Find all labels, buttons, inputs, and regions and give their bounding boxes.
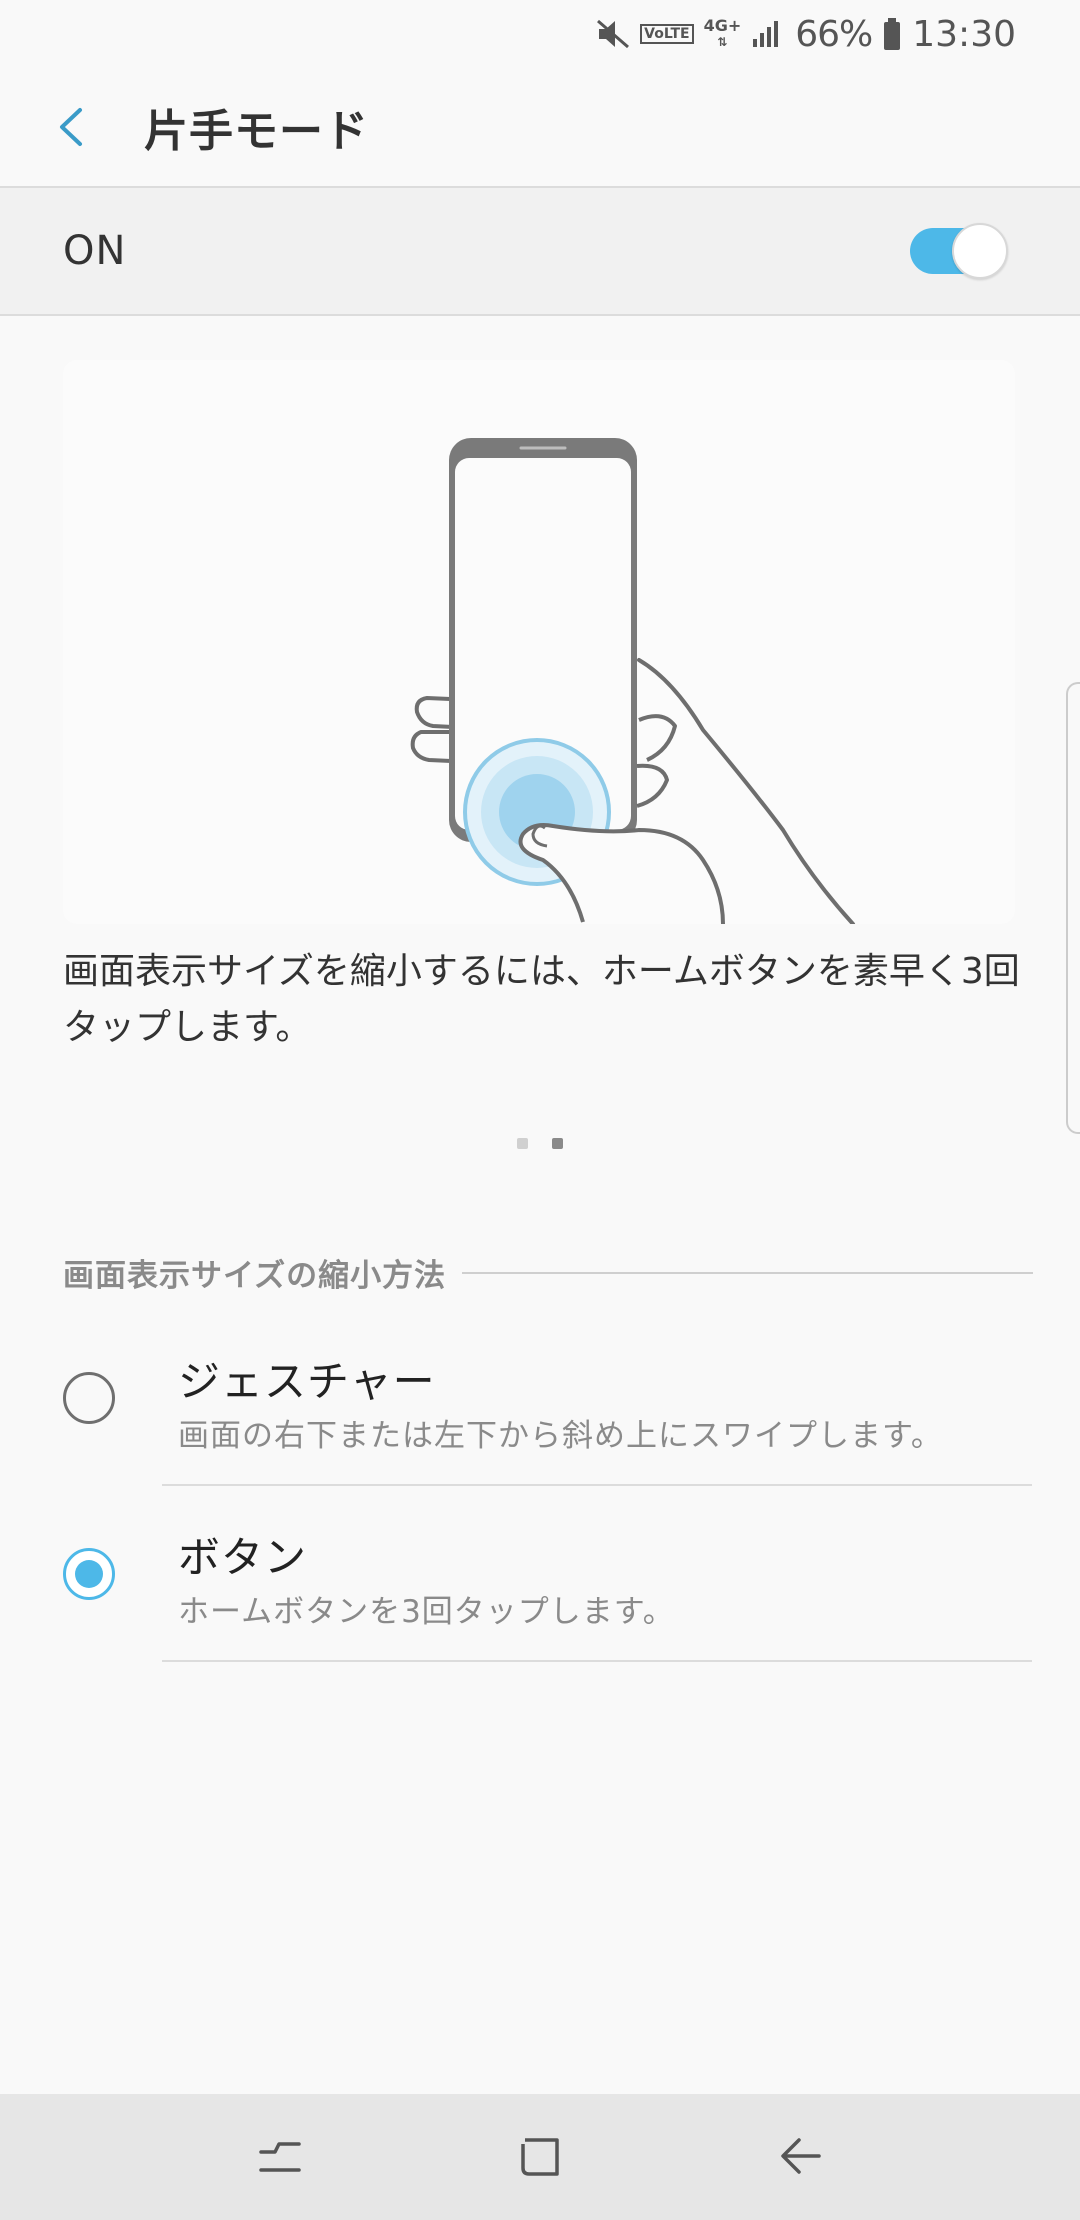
- back-button[interactable]: [755, 2112, 845, 2202]
- radio-button[interactable]: [63, 1372, 115, 1424]
- mute-icon: [596, 19, 630, 49]
- option-subtitle: 画面の右下または左下から斜め上にスワイプします。: [178, 1418, 943, 1454]
- option-button[interactable]: ボタン ホームボタンを3回タップします。: [0, 1486, 1080, 1662]
- tutorial-illustration: [63, 360, 1015, 924]
- section-divider: [462, 1271, 1033, 1274]
- section-title: 画面表示サイズの縮小方法: [63, 1258, 447, 1294]
- battery-icon: [882, 17, 902, 51]
- option-title: ジェスチャー: [178, 1357, 436, 1406]
- navigation-bar: [0, 2094, 1080, 2220]
- phone-in-hand-illustration: [410, 438, 855, 924]
- clock: 13:30: [912, 13, 1016, 55]
- option-subtitle: ホームボタンを3回タップします。: [178, 1594, 675, 1630]
- chevron-left-icon: [60, 108, 82, 146]
- volte-icon: VoLTE: [640, 24, 694, 44]
- page-dot[interactable]: [517, 1138, 528, 1149]
- master-toggle-switch[interactable]: [910, 223, 1008, 279]
- back-icon: [781, 2138, 821, 2174]
- edge-panel-handle[interactable]: [1066, 682, 1080, 1134]
- radio-button-selected[interactable]: [63, 1548, 115, 1600]
- recents-icon: [259, 2142, 301, 2172]
- battery-percent: 66%: [795, 13, 873, 55]
- option-title: ボタン: [178, 1533, 308, 1582]
- network-4g-icon: 4G+ ⇅: [704, 18, 742, 50]
- home-button[interactable]: [495, 2112, 585, 2202]
- app-bar: 片手モード: [0, 68, 1080, 186]
- signal-icon: [751, 19, 785, 49]
- page-indicator: [0, 1138, 1080, 1149]
- status-bar: VoLTE 4G+ ⇅ 66% 13:30: [0, 0, 1080, 68]
- screen: VoLTE 4G+ ⇅ 66% 13:30 片手モード ON 画面表示サイズを縮…: [0, 0, 1080, 2220]
- list-divider: [162, 1660, 1032, 1662]
- radio-dot: [75, 1560, 103, 1588]
- network-type: 4G+: [703, 16, 742, 35]
- master-switch-bar[interactable]: ON: [0, 186, 1080, 316]
- section-header: 画面表示サイズの縮小方法: [63, 1250, 1033, 1295]
- data-arrows-icon: ⇅: [717, 35, 728, 49]
- tutorial-description: 画面表示サイズを縮小するには、ホームボタンを素早く3回タップします。: [63, 951, 1020, 1048]
- recents-button[interactable]: [235, 2112, 325, 2202]
- option-gesture[interactable]: ジェスチャー 画面の右下または左下から斜め上にスワイプします。: [0, 1310, 1080, 1486]
- page-dot-active[interactable]: [552, 1138, 563, 1149]
- toggle-knob: [952, 223, 1008, 279]
- master-switch-label: ON: [63, 228, 127, 274]
- home-icon: [521, 2138, 559, 2176]
- page-title: 片手モード: [144, 106, 369, 157]
- navigate-up-button[interactable]: [20, 68, 124, 186]
